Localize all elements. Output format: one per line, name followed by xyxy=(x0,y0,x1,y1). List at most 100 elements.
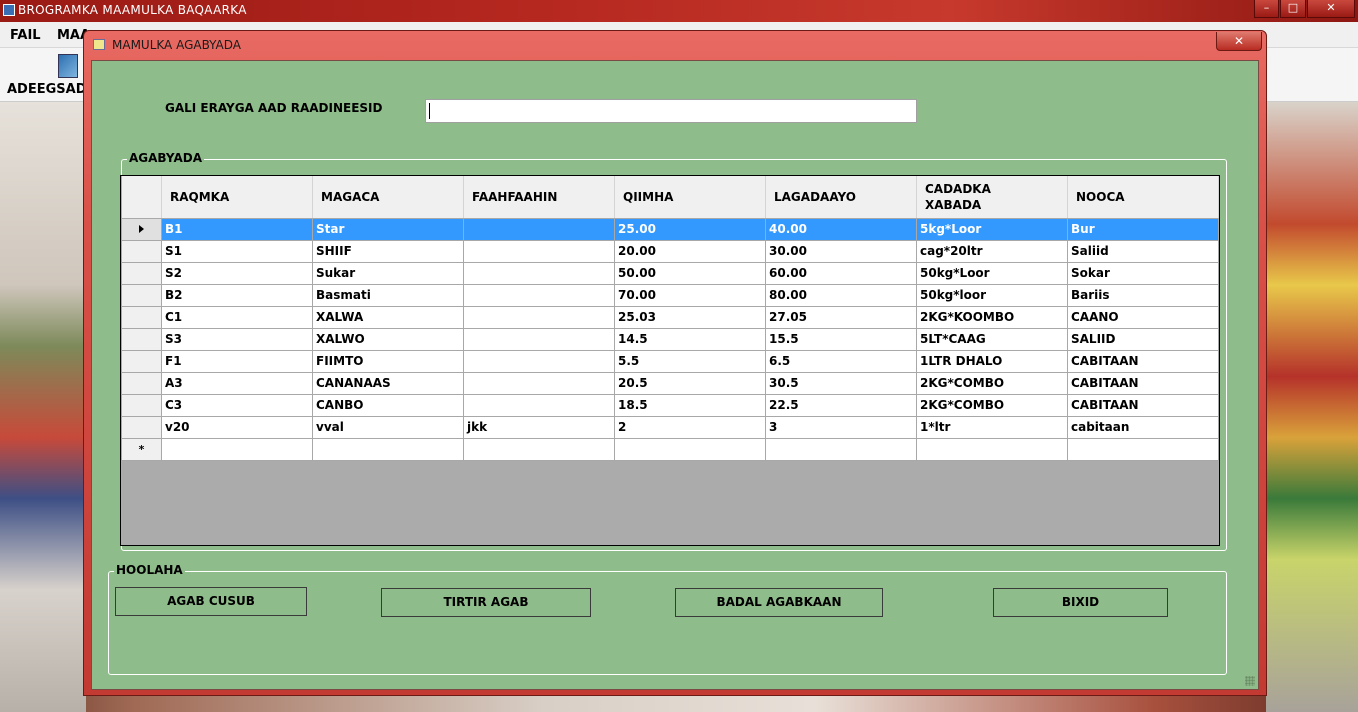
cell-faahfaahin[interactable] xyxy=(463,305,615,329)
cell-raqmka[interactable]: F1 xyxy=(161,349,313,373)
cell-magaca[interactable]: SHIIF xyxy=(312,239,464,263)
table-row[interactable]: S3 XALWO 14.5 15.5 5LT*CAAG SALIID xyxy=(121,327,1219,351)
new-row-cell[interactable] xyxy=(463,437,615,461)
cell-cadadka-xabada[interactable]: cag*20ltr xyxy=(916,239,1068,263)
edit-item-button[interactable]: BADAL AGABKAAN xyxy=(675,588,883,617)
cell-qiimha[interactable]: 5.5 xyxy=(614,349,766,373)
cell-qiimha[interactable]: 50.00 xyxy=(614,261,766,285)
cell-magaca[interactable]: Basmati xyxy=(312,283,464,307)
cell-magaca[interactable]: Sukar xyxy=(312,261,464,285)
cell-nooca[interactable]: Sokar xyxy=(1067,261,1219,285)
row-header[interactable] xyxy=(121,393,162,417)
delete-item-button[interactable]: TIRTIR AGAB xyxy=(381,588,591,617)
row-header[interactable] xyxy=(121,239,162,263)
row-header[interactable] xyxy=(121,261,162,285)
cell-qiimha[interactable]: 70.00 xyxy=(614,283,766,307)
cell-magaca[interactable]: FIIMTO xyxy=(312,349,464,373)
maximize-icon[interactable]: □ xyxy=(1280,0,1306,18)
cell-faahfaahin[interactable] xyxy=(463,393,615,417)
cell-magaca[interactable]: CANBO xyxy=(312,393,464,417)
cell-lagadaayo[interactable]: 40.00 xyxy=(765,217,917,241)
cell-nooca[interactable]: CABITAAN xyxy=(1067,393,1219,417)
row-header[interactable] xyxy=(121,371,162,395)
cell-qiimha[interactable]: 20.5 xyxy=(614,371,766,395)
cell-cadadka-xabada[interactable]: 50kg*Loor xyxy=(916,261,1068,285)
cell-lagadaayo[interactable]: 22.5 xyxy=(765,393,917,417)
users-tool-icon[interactable] xyxy=(58,54,78,78)
table-row[interactable]: A3 CANANAAS 20.5 30.5 2KG*COMBO CABITAAN xyxy=(121,371,1219,395)
cell-nooca[interactable]: Bariis xyxy=(1067,283,1219,307)
new-row-cell[interactable] xyxy=(916,437,1068,461)
new-row[interactable]: * xyxy=(121,437,1219,461)
cell-cadadka-xabada[interactable]: 5LT*CAAG xyxy=(916,327,1068,351)
row-header[interactable] xyxy=(121,217,162,241)
cell-magaca[interactable]: XALWO xyxy=(312,327,464,351)
cell-raqmka[interactable]: A3 xyxy=(161,371,313,395)
cell-nooca[interactable]: CABITAAN xyxy=(1067,371,1219,395)
cell-faahfaahin[interactable] xyxy=(463,283,615,307)
column-header-magaca[interactable]: MAGACA xyxy=(312,176,464,219)
cell-nooca[interactable]: CABITAAN xyxy=(1067,349,1219,373)
new-item-button[interactable]: AGAB CUSUB xyxy=(115,587,307,616)
cell-raqmka[interactable]: S1 xyxy=(161,239,313,263)
table-row[interactable]: B2 Basmati 70.00 80.00 50kg*loor Bariis xyxy=(121,283,1219,307)
row-header[interactable] xyxy=(121,327,162,351)
new-row-cell[interactable] xyxy=(614,437,766,461)
table-row[interactable]: C1 XALWA 25.03 27.05 2KG*KOOMBO CAANO xyxy=(121,305,1219,329)
exit-button[interactable]: BIXID xyxy=(993,588,1168,617)
table-row[interactable]: S1 SHIIF 20.00 30.00 cag*20ltr Saliid xyxy=(121,239,1219,263)
cell-raqmka[interactable]: B1 xyxy=(161,217,313,241)
column-header-cadadka-xabada[interactable]: CADADKA XABADA xyxy=(916,176,1068,219)
cell-lagadaayo[interactable]: 3 xyxy=(765,415,917,439)
cell-cadadka-xabada[interactable]: 1*ltr xyxy=(916,415,1068,439)
cell-faahfaahin[interactable]: jkk xyxy=(463,415,615,439)
row-header[interactable] xyxy=(121,283,162,307)
cell-magaca[interactable]: XALWA xyxy=(312,305,464,329)
column-header-faahfaahin[interactable]: FAAHFAAHIN xyxy=(463,176,615,219)
new-row-marker[interactable]: * xyxy=(121,437,162,461)
new-row-cell[interactable] xyxy=(312,437,464,461)
row-header[interactable] xyxy=(121,349,162,373)
table-row[interactable]: S2 Sukar 50.00 60.00 50kg*Loor Sokar xyxy=(121,261,1219,285)
table-row[interactable]: v20 vval jkk 2 3 1*ltr cabitaan xyxy=(121,415,1219,439)
cell-raqmka[interactable]: C3 xyxy=(161,393,313,417)
cell-faahfaahin[interactable] xyxy=(463,371,615,395)
table-row[interactable]: C3 CANBO 18.5 22.5 2KG*COMBO CABITAAN xyxy=(121,393,1219,417)
cell-lagadaayo[interactable]: 30.00 xyxy=(765,239,917,263)
cell-raqmka[interactable]: B2 xyxy=(161,283,313,307)
cell-nooca[interactable]: Saliid xyxy=(1067,239,1219,263)
new-row-cell[interactable] xyxy=(1067,437,1219,461)
cell-raqmka[interactable]: S3 xyxy=(161,327,313,351)
items-grid[interactable]: RAQMKA MAGACA FAAHFAAHIN QIIMHA LAGADAAY… xyxy=(120,175,1220,546)
cell-raqmka[interactable]: v20 xyxy=(161,415,313,439)
table-row[interactable]: F1 FIIMTO 5.5 6.5 1LTR DHALO CABITAAN xyxy=(121,349,1219,373)
main-close-icon[interactable]: ✕ xyxy=(1307,0,1355,18)
cell-cadadka-xabada[interactable]: 1LTR DHALO xyxy=(916,349,1068,373)
cell-faahfaahin[interactable] xyxy=(463,239,615,263)
cell-faahfaahin[interactable] xyxy=(463,217,615,241)
cell-qiimha[interactable]: 14.5 xyxy=(614,327,766,351)
new-row-cell[interactable] xyxy=(765,437,917,461)
cell-cadadka-xabada[interactable]: 5kg*Loor xyxy=(916,217,1068,241)
search-input[interactable] xyxy=(425,99,917,123)
cell-raqmka[interactable]: S2 xyxy=(161,261,313,285)
grid-corner[interactable] xyxy=(121,176,162,219)
cell-cadadka-xabada[interactable]: 2KG*COMBO xyxy=(916,393,1068,417)
row-header[interactable] xyxy=(121,415,162,439)
table-row[interactable]: B1 Star 25.00 40.00 5kg*Loor Bur xyxy=(121,217,1219,241)
cell-nooca[interactable]: SALIID xyxy=(1067,327,1219,351)
cell-faahfaahin[interactable] xyxy=(463,349,615,373)
cell-nooca[interactable]: CAANO xyxy=(1067,305,1219,329)
column-header-nooca[interactable]: NOOCA xyxy=(1067,176,1219,219)
cell-cadadka-xabada[interactable]: 2KG*KOOMBO xyxy=(916,305,1068,329)
cell-raqmka[interactable]: C1 xyxy=(161,305,313,329)
menu-fail[interactable]: FAIL xyxy=(10,28,41,43)
cell-lagadaayo[interactable]: 27.05 xyxy=(765,305,917,329)
new-row-cell[interactable] xyxy=(161,437,313,461)
cell-cadadka-xabada[interactable]: 50kg*loor xyxy=(916,283,1068,307)
cell-qiimha[interactable]: 20.00 xyxy=(614,239,766,263)
cell-qiimha[interactable]: 25.03 xyxy=(614,305,766,329)
dialog-close-button[interactable]: ✕ xyxy=(1216,32,1262,51)
cell-cadadka-xabada[interactable]: 2KG*COMBO xyxy=(916,371,1068,395)
column-header-raqmka[interactable]: RAQMKA xyxy=(161,176,313,219)
